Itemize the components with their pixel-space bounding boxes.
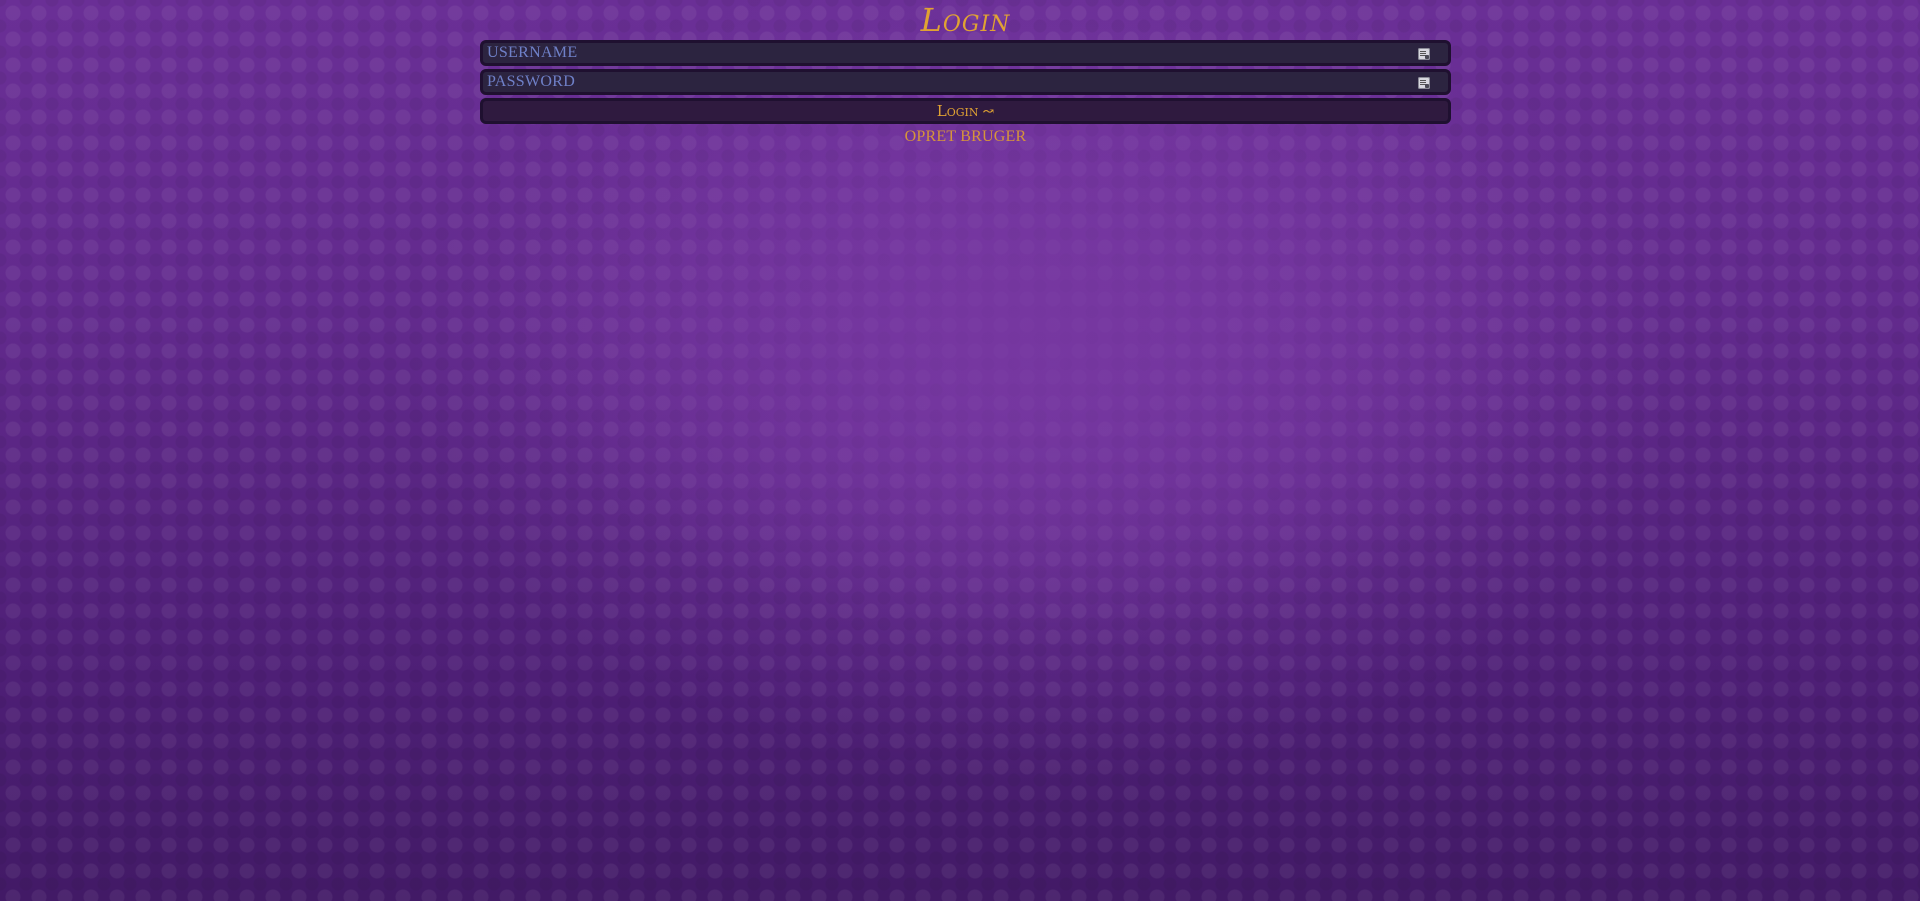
login-button[interactable]: Login ↝ <box>480 98 1451 124</box>
password-field-wrapper <box>480 69 1451 95</box>
username-field-wrapper <box>480 40 1451 66</box>
page-title: Login <box>920 1 1011 39</box>
username-input[interactable] <box>483 43 1448 63</box>
login-form: Login Login↝ OPRET BRUGER <box>480 0 1451 148</box>
login-button-label: Login <box>936 102 979 120</box>
autofill-card-icon[interactable] <box>1418 77 1430 89</box>
arrow-icon: ↝ <box>982 104 995 120</box>
create-user-link[interactable]: OPRET BRUGER <box>480 126 1451 148</box>
password-input[interactable] <box>483 72 1448 92</box>
autofill-card-icon[interactable] <box>1418 48 1430 60</box>
